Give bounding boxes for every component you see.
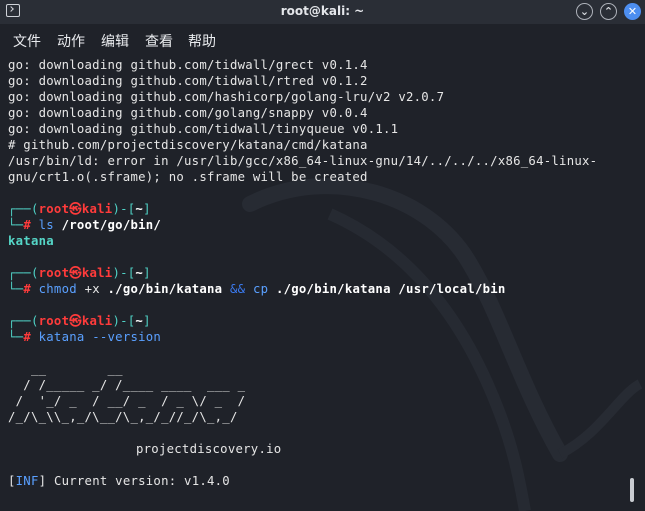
output-line: go: downloading github.com/tidwall/tinyq… [8,122,399,136]
minimize-icon: ⌄ [579,5,590,18]
menu-bar: 文件 动作 编辑 查看 帮助 [0,24,645,54]
output-line: go: downloading github.com/hashicorp/gol… [8,90,445,104]
output-line: go: downloading github.com/tidwall/grect… [8,58,368,72]
command-line: └─# katana --version [8,330,162,344]
banner-line: __ __ [8,362,123,376]
scrollbar-thumb[interactable] [630,478,634,502]
command-arg: /root/go/bin/ [61,218,162,232]
output-line: # github.com/projectdiscovery/katana/cmd… [8,138,368,152]
menu-action[interactable]: 动作 [57,31,85,51]
prompt-line: ┌──(root㉿kali)-[~] [8,202,151,216]
title-bar[interactable]: root@kali: ~ ⌄ ⌃ ✕ [0,0,645,24]
menu-file[interactable]: 文件 [13,31,41,51]
version-text: Current version: v1.4.0 [53,474,230,488]
output-line: gnu/crt1.o(.sframe); no .sframe will be … [8,170,368,184]
menu-edit[interactable]: 编辑 [101,31,129,51]
terminal-window: root@kali: ~ ⌄ ⌃ ✕ 文件 动作 编辑 查看 帮助 go: do… [0,0,645,511]
banner-footer: projectdiscovery.io [136,442,282,456]
output-line: go: downloading github.com/tidwall/rtred… [8,74,368,88]
version-line: [INF] Current version: v1.4.0 [8,474,230,488]
output-line: /usr/bin/ld: error in /usr/lib/gcc/x86_6… [8,154,598,168]
terminal-area[interactable]: go: downloading github.com/tidwall/grect… [0,54,645,511]
output-line: go: downloading github.com/golang/snappy… [8,106,368,120]
close-icon: ✕ [627,5,638,18]
close-button[interactable]: ✕ [624,3,641,20]
prompt-line: ┌──(root㉿kali)-[~] [8,266,151,280]
command-line: └─# ls /root/go/bin/ [8,218,162,232]
maximize-icon: ⌃ [603,5,614,18]
banner-line: / '_/ _ / __/ _ / _ \/ _ / [8,394,246,408]
menu-view[interactable]: 查看 [145,31,173,51]
command-name: ls [38,218,54,232]
banner-line: / /_____ _/ /____ ____ ___ _ [8,378,246,392]
info-tag: INF [15,474,39,488]
window-title: root@kali: ~ [280,4,365,18]
minimize-button[interactable]: ⌄ [576,3,593,20]
banner-line: /_/\_\\_,_/\__/\_,_/_//_/\_,_/ [8,410,238,424]
command-line: └─# chmod +x ./go/bin/katana && cp ./go/… [8,282,506,296]
menu-help[interactable]: 帮助 [188,31,216,51]
command-output: katana [8,234,54,248]
maximize-button[interactable]: ⌃ [600,3,617,20]
prompt-line: ┌──(root㉿kali)-[~] [8,314,151,328]
